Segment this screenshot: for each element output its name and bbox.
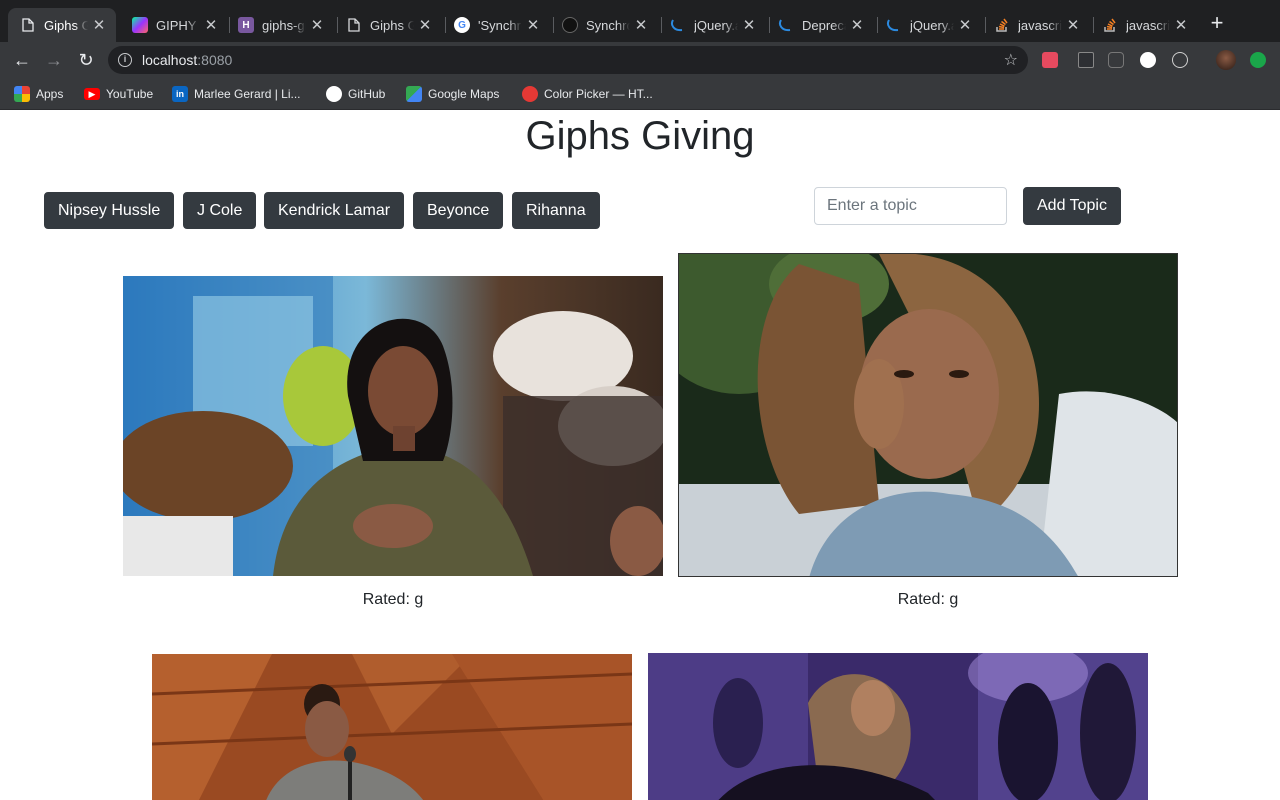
- topic-button-rihanna[interactable]: Rihanna: [512, 192, 600, 229]
- gif-image[interactable]: [678, 253, 1178, 577]
- browser-tab-strip: Giphs Giving ✕ GIPHY Developers ✕ H giph…: [0, 0, 1280, 42]
- tab-deprecated[interactable]: Deprecated ✕: [766, 8, 874, 42]
- color-picker-icon: [522, 86, 538, 102]
- youtube-icon: ▶: [84, 88, 100, 100]
- tab-github[interactable]: Synchronous ✕: [550, 8, 658, 42]
- tab-google[interactable]: G 'Synchronous' ✕: [442, 8, 550, 42]
- close-icon[interactable]: ✕: [204, 16, 218, 34]
- bookmark-apps[interactable]: Apps: [14, 84, 63, 104]
- bookmark-youtube[interactable]: ▶ YouTube: [84, 84, 153, 104]
- tab-stackoverflow[interactable]: javascript ✕: [982, 8, 1090, 42]
- tab-giphs-giving-2[interactable]: Giphs Giving ✕: [334, 8, 442, 42]
- profile-avatar[interactable]: [1216, 50, 1236, 70]
- bookmark-github[interactable]: GitHub: [326, 84, 385, 104]
- extension-circle-icon[interactable]: [1140, 52, 1156, 68]
- back-arrow-icon[interactable]: ←: [10, 48, 34, 72]
- gif-image[interactable]: [123, 276, 663, 576]
- extension-record-icon[interactable]: [1042, 52, 1058, 68]
- heroku-icon: H: [238, 17, 254, 33]
- github-icon: [326, 86, 342, 102]
- info-icon[interactable]: i: [118, 53, 132, 67]
- gif-rating: Rated: g: [897, 591, 959, 608]
- linkedin-icon: in: [172, 86, 188, 102]
- bookmark-linkedin[interactable]: in Marlee Gerard | Li...: [172, 84, 301, 104]
- page-title: Giphs Giving: [525, 114, 755, 158]
- bookmarks-bar: Apps ▶ YouTube in Marlee Gerard | Li... …: [0, 78, 1280, 110]
- extension-eyedropper-icon[interactable]: [1078, 52, 1094, 68]
- close-icon[interactable]: ✕: [1066, 16, 1080, 34]
- url-text: localhost:8080: [142, 52, 233, 68]
- gif-rating: Rated: g: [362, 591, 424, 608]
- close-icon[interactable]: ✕: [526, 16, 540, 34]
- update-arrow-icon[interactable]: [1250, 52, 1266, 68]
- topic-input[interactable]: [814, 187, 1007, 225]
- page-icon: [346, 17, 362, 33]
- new-tab-button[interactable]: +: [1206, 12, 1228, 34]
- close-icon[interactable]: ✕: [310, 16, 324, 34]
- bookmark-star-icon[interactable]: ☆: [1004, 50, 1018, 70]
- tab-stackoverflow-2[interactable]: javascript ✕: [1090, 8, 1198, 42]
- google-icon: G: [454, 17, 470, 33]
- close-icon[interactable]: ✕: [1174, 16, 1188, 34]
- add-topic-button[interactable]: Add Topic: [1023, 187, 1121, 225]
- extension-pocket-icon[interactable]: [1108, 52, 1124, 68]
- tab-heroku[interactable]: H giphs-giving ✕: [226, 8, 334, 42]
- close-icon[interactable]: ✕: [92, 16, 106, 34]
- apps-grid-icon: [14, 86, 30, 102]
- tab-jquery-ajax-2[interactable]: jQuery.ajax() ✕: [874, 8, 982, 42]
- browser-toolbar: ← → ↻ i localhost:8080 ☆: [0, 42, 1280, 78]
- close-icon[interactable]: ✕: [850, 16, 864, 34]
- github-icon: [562, 17, 578, 33]
- close-icon[interactable]: ✕: [634, 16, 648, 34]
- page-content: Giphs Giving Nipsey Hussle J Cole Kendri…: [0, 111, 1280, 800]
- bookmark-google-maps[interactable]: Google Maps: [406, 84, 499, 104]
- jquery-icon: [886, 17, 902, 33]
- jquery-icon: [670, 17, 686, 33]
- tab-jquery-ajax[interactable]: jQuery.ajax() ✕: [658, 8, 766, 42]
- giphy-icon: [132, 17, 148, 33]
- extension-react-icon[interactable]: [1172, 52, 1188, 68]
- close-icon[interactable]: ✕: [742, 16, 756, 34]
- maps-icon: [406, 86, 422, 102]
- close-icon[interactable]: ✕: [418, 16, 432, 34]
- page-icon: [20, 17, 36, 33]
- tab-giphy[interactable]: GIPHY Developers ✕: [120, 8, 228, 42]
- gif-image[interactable]: [648, 653, 1148, 800]
- close-icon[interactable]: ✕: [958, 16, 972, 34]
- bookmark-color-picker[interactable]: Color Picker — HT...: [522, 84, 653, 104]
- gif-image[interactable]: [152, 654, 632, 800]
- topic-button-kendrick-lamar[interactable]: Kendrick Lamar: [264, 192, 405, 229]
- address-bar[interactable]: i localhost:8080 ☆: [108, 46, 1028, 74]
- stackoverflow-icon: [1102, 17, 1118, 33]
- forward-arrow-icon[interactable]: →: [42, 48, 66, 72]
- stackoverflow-icon: [994, 17, 1010, 33]
- tab-giphs-giving[interactable]: Giphs Giving ✕: [8, 8, 116, 42]
- topic-button-nipsey-hussle[interactable]: Nipsey Hussle: [44, 192, 175, 229]
- jquery-icon: [778, 17, 794, 33]
- reload-icon[interactable]: ↻: [74, 48, 98, 72]
- topic-button-j-cole[interactable]: J Cole: [183, 192, 257, 229]
- topic-button-beyonce[interactable]: Beyonce: [413, 192, 504, 229]
